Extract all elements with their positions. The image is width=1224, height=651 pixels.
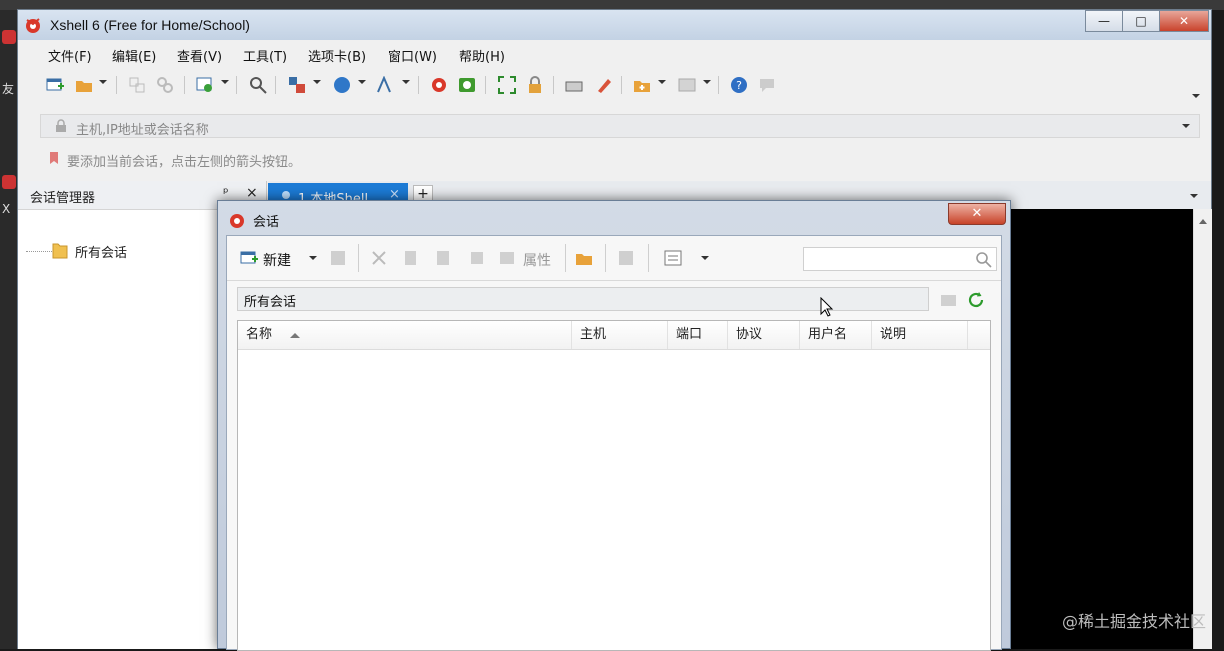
view-dropdown-icon[interactable] [701, 256, 709, 260]
new-folder-icon[interactable] [575, 249, 593, 267]
svg-text:?: ? [736, 79, 742, 92]
highlight-pen-icon[interactable] [595, 76, 613, 94]
view-mode-icon[interactable] [664, 249, 682, 267]
menu-tab[interactable]: 选项卡(B) [308, 46, 366, 65]
search-icon[interactable] [975, 251, 992, 268]
address-bar[interactable]: 主机,IP地址或会话名称 [40, 114, 1200, 138]
new-session-icon[interactable] [46, 76, 64, 94]
font-icon[interactable] [376, 76, 394, 94]
properties-button[interactable]: 属性 [523, 250, 551, 270]
export-icon[interactable] [617, 249, 635, 267]
tab-status-icon [282, 191, 290, 199]
dialog-title: 会话 [253, 215, 280, 230]
column-username[interactable]: 用户名 [800, 321, 872, 349]
column-host[interactable]: 主机 [572, 321, 668, 349]
refresh-icon[interactable] [967, 291, 985, 309]
menu-view[interactable]: 查看(V) [177, 46, 222, 65]
globe-icon[interactable] [333, 76, 351, 94]
xshell-logo-icon [26, 18, 40, 33]
session-list-header: 名称 主机 端口 协议 用户名 说明 [238, 321, 990, 350]
tip-text: 要添加当前会话，点击左侧的箭头按钮。 [67, 155, 302, 170]
fullscreen-icon[interactable] [498, 76, 516, 94]
transfer-icon[interactable] [288, 76, 306, 94]
watermark: @稀土掘金技术社区 [1061, 612, 1206, 631]
menu-tools[interactable]: 工具(T) [243, 46, 287, 65]
delete-icon[interactable] [468, 249, 486, 267]
close-button[interactable]: ✕ [1159, 10, 1209, 32]
column-name[interactable]: 名称 [238, 321, 572, 349]
column-port[interactable]: 端口 [668, 321, 728, 349]
menu-bar: 文件(F) 编辑(E) 查看(V) 工具(T) 选项卡(B) 窗口(W) 帮助(… [18, 42, 1211, 66]
disconnect-icon[interactable] [156, 76, 174, 94]
properties-icon[interactable] [498, 249, 516, 267]
help-icon[interactable]: ? [730, 76, 748, 94]
folder-icon [52, 243, 68, 259]
title-bar[interactable]: Xshell 6 (Free for Home/School) — □ ✕ [18, 10, 1211, 40]
sessions-dialog: 会话 ✕ 新建 属性 所有会话 名称 主机 端口 协议 用户名 说明 [217, 200, 1011, 651]
mouse-cursor-icon [820, 297, 834, 317]
menu-file[interactable]: 文件(F) [48, 46, 92, 65]
desktop-app-icon[interactable] [2, 30, 16, 44]
copy-icon[interactable] [401, 249, 419, 267]
main-toolbar: ? [18, 70, 1211, 100]
session-tip-bar: 要添加当前会话，点击左侧的箭头按钮。 [40, 148, 1200, 170]
sort-asc-icon [290, 333, 300, 338]
lock-icon[interactable] [526, 76, 544, 94]
lock-icon [56, 119, 66, 132]
close-panel-icon[interactable]: × [246, 185, 258, 201]
minimize-button[interactable]: — [1085, 10, 1123, 32]
dialog-close-button[interactable]: ✕ [948, 203, 1006, 225]
search-input[interactable] [803, 247, 997, 271]
new-dropdown-icon[interactable] [309, 256, 317, 260]
column-name-label: 名称 [246, 327, 273, 342]
keyboard-icon[interactable] [565, 76, 583, 94]
session-path: 所有会话 [244, 295, 297, 310]
xshell-logo-icon [230, 214, 244, 228]
chat-icon[interactable] [758, 76, 776, 94]
xshell-red-icon[interactable] [430, 76, 448, 94]
open-icon[interactable] [329, 249, 347, 267]
bookmark-arrow-icon[interactable] [48, 151, 62, 165]
window-title: Xshell 6 (Free for Home/School) [50, 17, 250, 33]
paste-icon[interactable] [434, 249, 452, 267]
connect-icon[interactable] [128, 76, 146, 94]
session-list[interactable]: 名称 主机 端口 协议 用户名 说明 [237, 320, 991, 651]
xftp-icon[interactable] [458, 76, 476, 94]
menu-edit[interactable]: 编辑(E) [112, 46, 156, 65]
desktop-icons-strip: 友 X [0, 10, 18, 649]
find-icon[interactable] [249, 76, 267, 94]
folder-up-icon[interactable] [940, 291, 958, 309]
open-folder-icon[interactable] [75, 76, 93, 94]
address-dropdown-icon[interactable] [1182, 124, 1190, 128]
address-input[interactable]: 主机,IP地址或会话名称 [76, 119, 209, 138]
new-tab-folder-icon[interactable] [633, 76, 651, 94]
menu-help[interactable]: 帮助(H) [459, 46, 505, 65]
tree-line [26, 251, 52, 252]
layout-icon[interactable] [678, 76, 696, 94]
new-session-button[interactable]: 新建 [263, 250, 291, 270]
desktop-xshell-icon[interactable] [2, 175, 16, 189]
tree-item-all-sessions[interactable]: 所有会话 [75, 242, 127, 261]
menu-window[interactable]: 窗口(W) [388, 46, 437, 65]
dialog-body: 新建 属性 所有会话 名称 主机 端口 协议 用户名 说明 [226, 235, 1002, 651]
cut-icon[interactable] [370, 249, 388, 267]
session-properties-icon[interactable] [196, 76, 214, 94]
pin-icon[interactable]: ᵖ [223, 186, 229, 201]
new-session-icon[interactable] [240, 249, 258, 267]
dialog-toolbar: 新建 属性 [227, 236, 1001, 281]
desktop-icon-label: X [2, 202, 11, 216]
terminal-scrollbar[interactable] [1193, 209, 1212, 649]
desktop-icon-label: 友 [2, 82, 15, 96]
session-manager-title: 会话管理器 [30, 191, 96, 206]
column-description[interactable]: 说明 [872, 321, 968, 349]
column-protocol[interactable]: 协议 [728, 321, 800, 349]
maximize-button[interactable]: □ [1122, 10, 1160, 32]
